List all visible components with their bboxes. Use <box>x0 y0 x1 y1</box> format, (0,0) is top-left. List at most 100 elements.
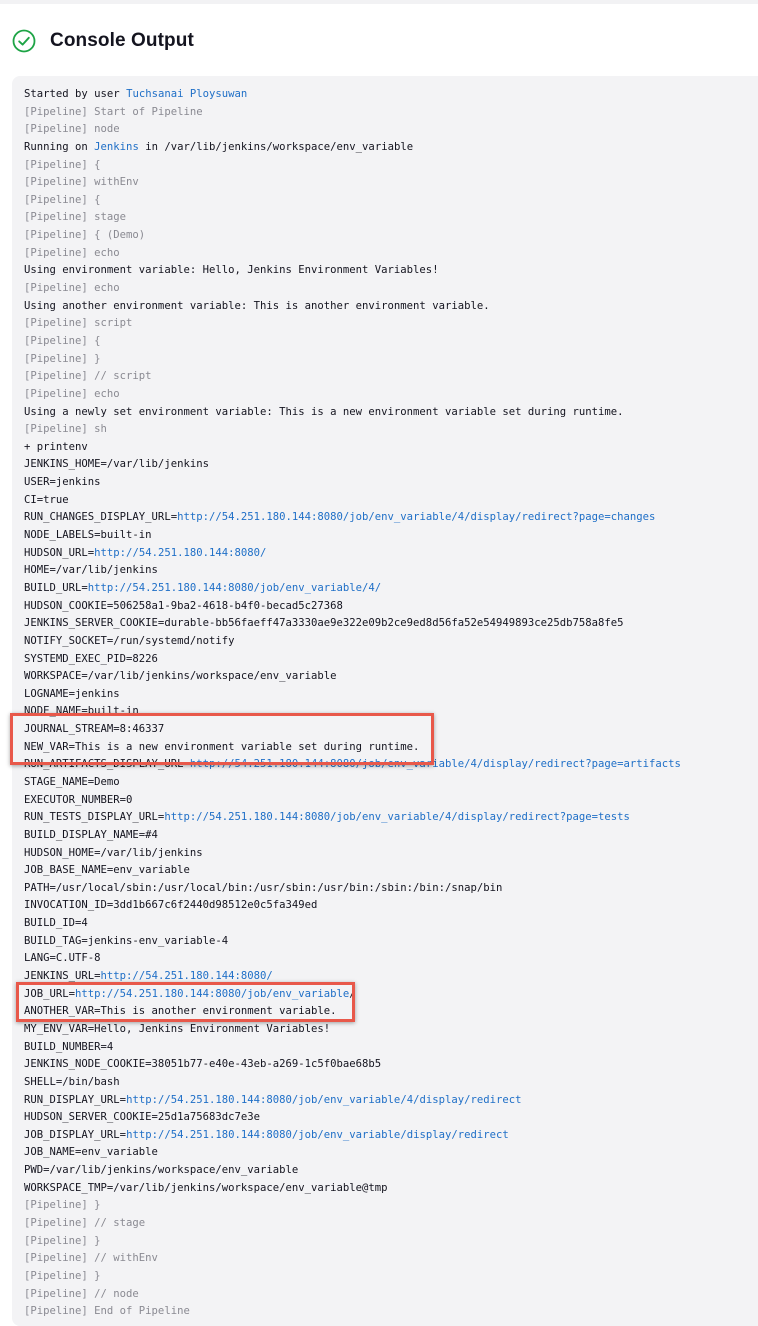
page-title: Console Output <box>50 30 194 51</box>
console-text: BUILD_URL= <box>24 581 88 594</box>
console-line: PATH=/usr/local/sbin:/usr/local/bin:/usr… <box>24 880 681 898</box>
console-line: WORKSPACE=/var/lib/jenkins/workspace/env… <box>24 668 681 686</box>
console-log: Started by user Tuchsanai Ploysuwan [Pipe… <box>24 86 681 1321</box>
console-text: BUILD_NUMBER=4 <box>24 1040 114 1053</box>
console-line: [Pipeline] // stage <box>24 1215 681 1233</box>
console-line: RUN_CHANGES_DISPLAY_URL=http://54.251.18… <box>24 509 681 527</box>
console-line: [Pipeline] } <box>24 1233 681 1251</box>
pipeline-step-text: [Pipeline] } <box>24 1234 101 1247</box>
console-line: [Pipeline] withEnv <box>24 174 681 192</box>
console-text: Using another environment variable: This… <box>24 299 490 312</box>
console-text: BUILD_TAG=jenkins-env_variable-4 <box>24 934 229 947</box>
console-line: [Pipeline] node <box>24 121 681 139</box>
console-line: BUILD_TAG=jenkins-env_variable-4 <box>24 933 681 951</box>
console-line: BUILD_URL=http://54.251.180.144:8080/job… <box>24 580 681 598</box>
console-line: [Pipeline] Start of Pipeline <box>24 104 681 122</box>
console-line: BUILD_NUMBER=4 <box>24 1039 681 1057</box>
console-line: Started by user Tuchsanai Ploysuwan <box>24 86 681 104</box>
console-line: LOGNAME=jenkins <box>24 686 681 704</box>
console-text: in /var/lib/jenkins/workspace/env_variab… <box>138 140 414 153</box>
console-line: [Pipeline] } <box>24 1197 681 1215</box>
pipeline-step-text: [Pipeline] { <box>24 158 101 171</box>
console-line: RUN_TESTS_DISPLAY_URL=http://54.251.180.… <box>24 809 681 827</box>
console-text: EXECUTOR_NUMBER=0 <box>24 793 133 806</box>
top-bar <box>0 0 758 4</box>
console-text: RUN_DISPLAY_URL= <box>24 1093 127 1106</box>
pipeline-step-text: [Pipeline] { <box>24 334 101 347</box>
console-line: EXECUTOR_NUMBER=0 <box>24 792 681 810</box>
console-link[interactable]: http://54.251.180.144:8080/job/env_varia… <box>126 1094 521 1106</box>
pipeline-step-text: [Pipeline] // node <box>24 1287 139 1300</box>
console-line: SYSTEMD_EXEC_PID=8226 <box>24 651 681 669</box>
console-link[interactable]: Jenkins <box>94 141 139 153</box>
console-text: RUN_CHANGES_DISPLAY_URL= <box>24 511 178 524</box>
console-line: [Pipeline] // script <box>24 368 681 386</box>
console-link[interactable]: http://54.251.180.144:8080/ <box>94 547 266 559</box>
console-text: + printenv <box>24 440 88 453</box>
console-line: [Pipeline] script <box>24 315 681 333</box>
console-line: [Pipeline] echo <box>24 280 681 298</box>
console-text: USER=jenkins <box>24 476 101 489</box>
console-line: [Pipeline] echo <box>24 386 681 404</box>
console-link[interactable]: http://54.251.180.144:8080/ <box>101 970 273 982</box>
console-link[interactable]: http://54.251.180.144:8080/job/env_varia… <box>88 582 381 594</box>
success-check-icon <box>12 29 36 53</box>
console-output-panel: Started by user Tuchsanai Ploysuwan [Pipe… <box>12 76 758 1326</box>
console-line: [Pipeline] { <box>24 192 681 210</box>
console-line: Using a newly set environment variable: … <box>24 404 681 422</box>
console-text: SYSTEMD_EXEC_PID=8226 <box>24 652 158 665</box>
console-link[interactable]: http://54.251.180.144:8080/job/env_varia… <box>126 1129 509 1141</box>
console-text: INVOCATION_ID=3dd1b667c6f2440d98512e0c5f… <box>24 899 318 912</box>
console-line: NODE_LABELS=built-in <box>24 527 681 545</box>
console-text: JOB_DISPLAY_URL= <box>24 1128 127 1141</box>
console-text: JOB_NAME=env_variable <box>24 1146 158 1159</box>
console-link[interactable]: http://54.251.180.144:8080/job/env_varia… <box>177 511 655 523</box>
pipeline-step-text: [Pipeline] sh <box>24 423 107 436</box>
console-line: [Pipeline] } <box>24 351 681 369</box>
pipeline-step-text: [Pipeline] withEnv <box>24 176 139 189</box>
console-text: MY_ENV_VAR=Hello, Jenkins Environment Va… <box>24 1022 331 1035</box>
console-text: WORKSPACE=/var/lib/jenkins/workspace/env… <box>24 670 337 683</box>
console-text: JOB_BASE_NAME=env_variable <box>24 864 190 877</box>
console-text: CI=true <box>24 493 69 506</box>
highlight-box-job-vars <box>16 982 355 1022</box>
console-line: [Pipeline] sh <box>24 421 681 439</box>
pipeline-step-text: [Pipeline] } <box>24 1199 101 1212</box>
console-line: [Pipeline] { (Demo) <box>24 227 681 245</box>
console-link[interactable]: http://54.251.180.144:8080/job/env_varia… <box>164 811 630 823</box>
console-line: USER=jenkins <box>24 474 681 492</box>
console-text: HUDSON_HOME=/var/lib/jenkins <box>24 846 203 859</box>
console-line: + printenv <box>24 439 681 457</box>
pipeline-step-text: [Pipeline] } <box>24 1269 101 1282</box>
pipeline-step-text: [Pipeline] echo <box>24 387 120 400</box>
console-line: JOB_DISPLAY_URL=http://54.251.180.144:80… <box>24 1127 681 1145</box>
console-text: JENKINS_URL= <box>24 970 101 983</box>
console-text: LOGNAME=jenkins <box>24 687 120 700</box>
console-line: BUILD_ID=4 <box>24 915 681 933</box>
console-line: [Pipeline] stage <box>24 209 681 227</box>
console-text: JENKINS_HOME=/var/lib/jenkins <box>24 458 209 471</box>
console-text: HUDSON_URL= <box>24 546 95 559</box>
pipeline-step-text: [Pipeline] { (Demo) <box>24 229 146 242</box>
pipeline-step-text: [Pipeline] script <box>24 317 133 330</box>
console-line: INVOCATION_ID=3dd1b667c6f2440d98512e0c5f… <box>24 897 681 915</box>
console-link[interactable]: Tuchsanai Ploysuwan <box>126 88 247 100</box>
console-line: Running on Jenkins in /var/lib/jenkins/w… <box>24 139 681 157</box>
console-text: Running on <box>24 140 95 153</box>
console-text: RUN_TESTS_DISPLAY_URL= <box>24 811 165 824</box>
console-text: Using environment variable: Hello, Jenki… <box>24 264 439 277</box>
console-line: LANG=C.UTF-8 <box>24 950 681 968</box>
pipeline-step-text: [Pipeline] // withEnv <box>24 1252 158 1265</box>
console-text: PATH=/usr/local/sbin:/usr/local/bin:/usr… <box>24 881 503 894</box>
console-text: BUILD_DISPLAY_NAME=#4 <box>24 828 158 841</box>
pipeline-step-text: [Pipeline] node <box>24 123 120 136</box>
pipeline-step-text: [Pipeline] echo <box>24 246 120 259</box>
console-line: Using environment variable: Hello, Jenki… <box>24 262 681 280</box>
console-line: JENKINS_HOME=/var/lib/jenkins <box>24 456 681 474</box>
console-line: BUILD_DISPLAY_NAME=#4 <box>24 827 681 845</box>
console-text: JENKINS_SERVER_COOKIE=durable-bb56faeff4… <box>24 617 624 630</box>
pipeline-step-text: [Pipeline] { <box>24 193 101 206</box>
console-line: HUDSON_HOME=/var/lib/jenkins <box>24 845 681 863</box>
console-line: [Pipeline] } <box>24 1268 681 1286</box>
console-text: Started by user <box>24 88 127 100</box>
